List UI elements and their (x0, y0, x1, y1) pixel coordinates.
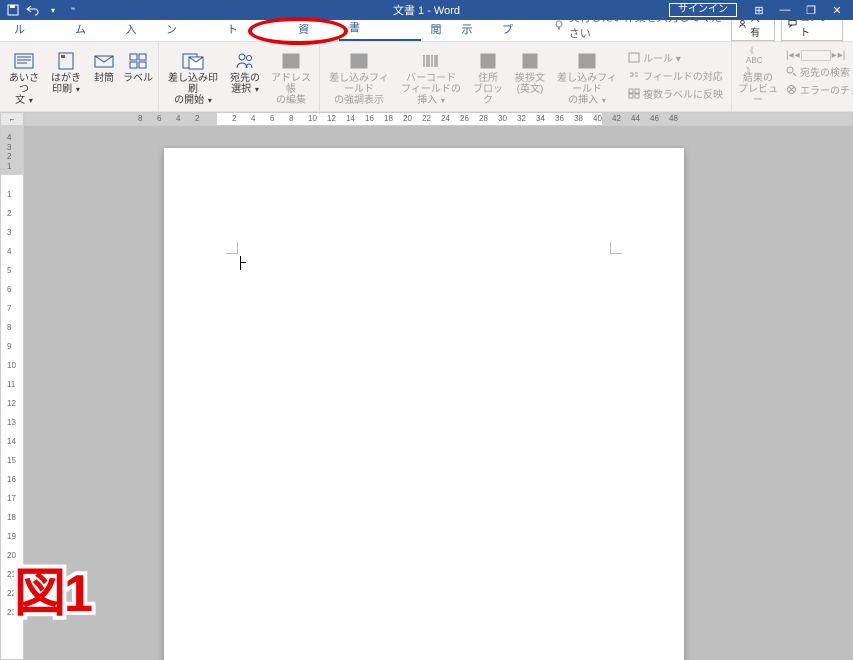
quick-access-toolbar: ▾ ⁼ (0, 3, 80, 17)
tab-bar: ファイル ホーム 挿入 デザイン レイアウト 参考資 差し込み文書 閲 表示 ヘ… (0, 20, 853, 42)
address-block-button: 住所ブロック (468, 46, 508, 108)
document-canvas[interactable] (24, 126, 853, 660)
label-icon (126, 50, 150, 72)
qat-customize-icon[interactable]: ⁼ (66, 3, 80, 17)
restore-icon[interactable]: ❐ (799, 0, 823, 20)
rules-button: ルール ▾ (624, 49, 727, 66)
check-errors-button: エラーのチェック (782, 81, 853, 98)
hagaki-print-button[interactable]: はがき印刷 ▾ (46, 46, 86, 97)
update-labels-icon (628, 88, 640, 99)
preview-icon: 《 ABC 》 (746, 50, 770, 72)
insert-field-icon (575, 50, 599, 72)
greeting-icon (12, 50, 36, 72)
rules-icon (628, 52, 640, 63)
qat-caret-icon[interactable]: ▾ (46, 3, 60, 17)
save-icon[interactable] (6, 3, 20, 17)
share-icon (738, 19, 747, 29)
edit-recipients-icon (279, 50, 303, 72)
text-cursor (240, 256, 241, 270)
find-recipient-button: 宛先の検索 (782, 63, 853, 80)
envelope-icon (92, 50, 116, 72)
address-block-icon (476, 50, 500, 72)
find-icon (786, 66, 797, 77)
window-controls: サインイン ⊞ ― ❐ ✕ (669, 0, 853, 20)
undo-icon[interactable] (26, 3, 40, 17)
barcode-field-button: バーコードフィールドの挿入 ▾ (396, 46, 466, 108)
start-mail-merge-icon (181, 50, 205, 72)
greeting-line-en-button: 挨拶文(英文) (510, 46, 550, 97)
update-labels-button: 複数ラベルに反映 (624, 85, 727, 102)
content-area: 4321123456789101112131415161718192021222… (0, 126, 853, 660)
page[interactable] (164, 148, 684, 660)
select-recipients-button[interactable]: 宛先の選択 ▾ (225, 46, 265, 97)
insert-merge-field-button: 差し込みフィールドの挿入 ▾ (552, 46, 622, 108)
match-fields-icon (628, 70, 640, 81)
title-bar: ▾ ⁼ 文書 1 - Word サインイン ⊞ ― ❐ ✕ (0, 0, 853, 20)
group-start-mail-merge: 差し込み印刷の開始 ▾ 宛先の選択 ▾ アドレス帳の編集 差し込み印刷の開始 (159, 42, 320, 111)
match-fields-button: フィールドの対応 (624, 67, 727, 84)
select-recipients-icon (233, 50, 257, 72)
barcode-icon (419, 50, 443, 72)
labels-button[interactable]: ラベル (122, 46, 154, 86)
nav-record: |◂◂▸▸| (782, 49, 853, 62)
margin-corner-top-right (610, 242, 622, 254)
ruler-corner[interactable]: ⌐ (0, 112, 24, 126)
tab-review[interactable]: 閲 (421, 18, 452, 41)
start-mail-merge-button[interactable]: 差し込み印刷の開始 ▾ (163, 46, 223, 108)
greeting-line-button[interactable]: あいさつ文 ▾ (4, 46, 44, 108)
group-create: あいさつ文 ▾ はがき印刷 ▾ 封筒 ラベル 作成 (0, 42, 159, 111)
check-errors-icon (786, 84, 797, 95)
edit-recipients-button: アドレス帳の編集 (267, 46, 315, 108)
preview-results-button: 《 ABC 》 結果のプレビュー (736, 46, 780, 108)
hagaki-icon (54, 50, 78, 72)
horizontal-ruler[interactable]: 8642246810121416182022242628303234363840… (24, 112, 853, 126)
group-write-insert-fields: 差し込みフィールドの強調表示 バーコードフィールドの挿入 ▾ 住所ブロック 挨拶… (320, 42, 732, 111)
greeting-line-icon (518, 50, 542, 72)
lightbulb-icon (553, 19, 565, 31)
minimize-icon[interactable]: ― (773, 0, 797, 20)
ribbon-display-icon[interactable]: ⊞ (747, 0, 771, 20)
margin-corner-top-left (226, 242, 238, 254)
ribbon: あいさつ文 ▾ はがき印刷 ▾ 封筒 ラベル 作成 差し込み印刷の開始 ▾ (0, 42, 853, 112)
comment-icon (788, 19, 797, 29)
highlight-fields-icon (347, 50, 371, 72)
group-preview-results: 《 ABC 》 結果のプレビュー |◂◂▸▸| 宛先の検索 エラーのチェック (732, 42, 853, 111)
horizontal-ruler-row: ⌐ 86422468101214161820222426283032343638… (0, 112, 853, 126)
envelope-button[interactable]: 封筒 (88, 46, 120, 86)
close-icon[interactable]: ✕ (825, 0, 849, 20)
highlight-merge-fields-button: 差し込みフィールドの強調表示 (324, 46, 394, 108)
signin-button[interactable]: サインイン (669, 3, 737, 17)
figure-label: 図1 (14, 551, 91, 626)
